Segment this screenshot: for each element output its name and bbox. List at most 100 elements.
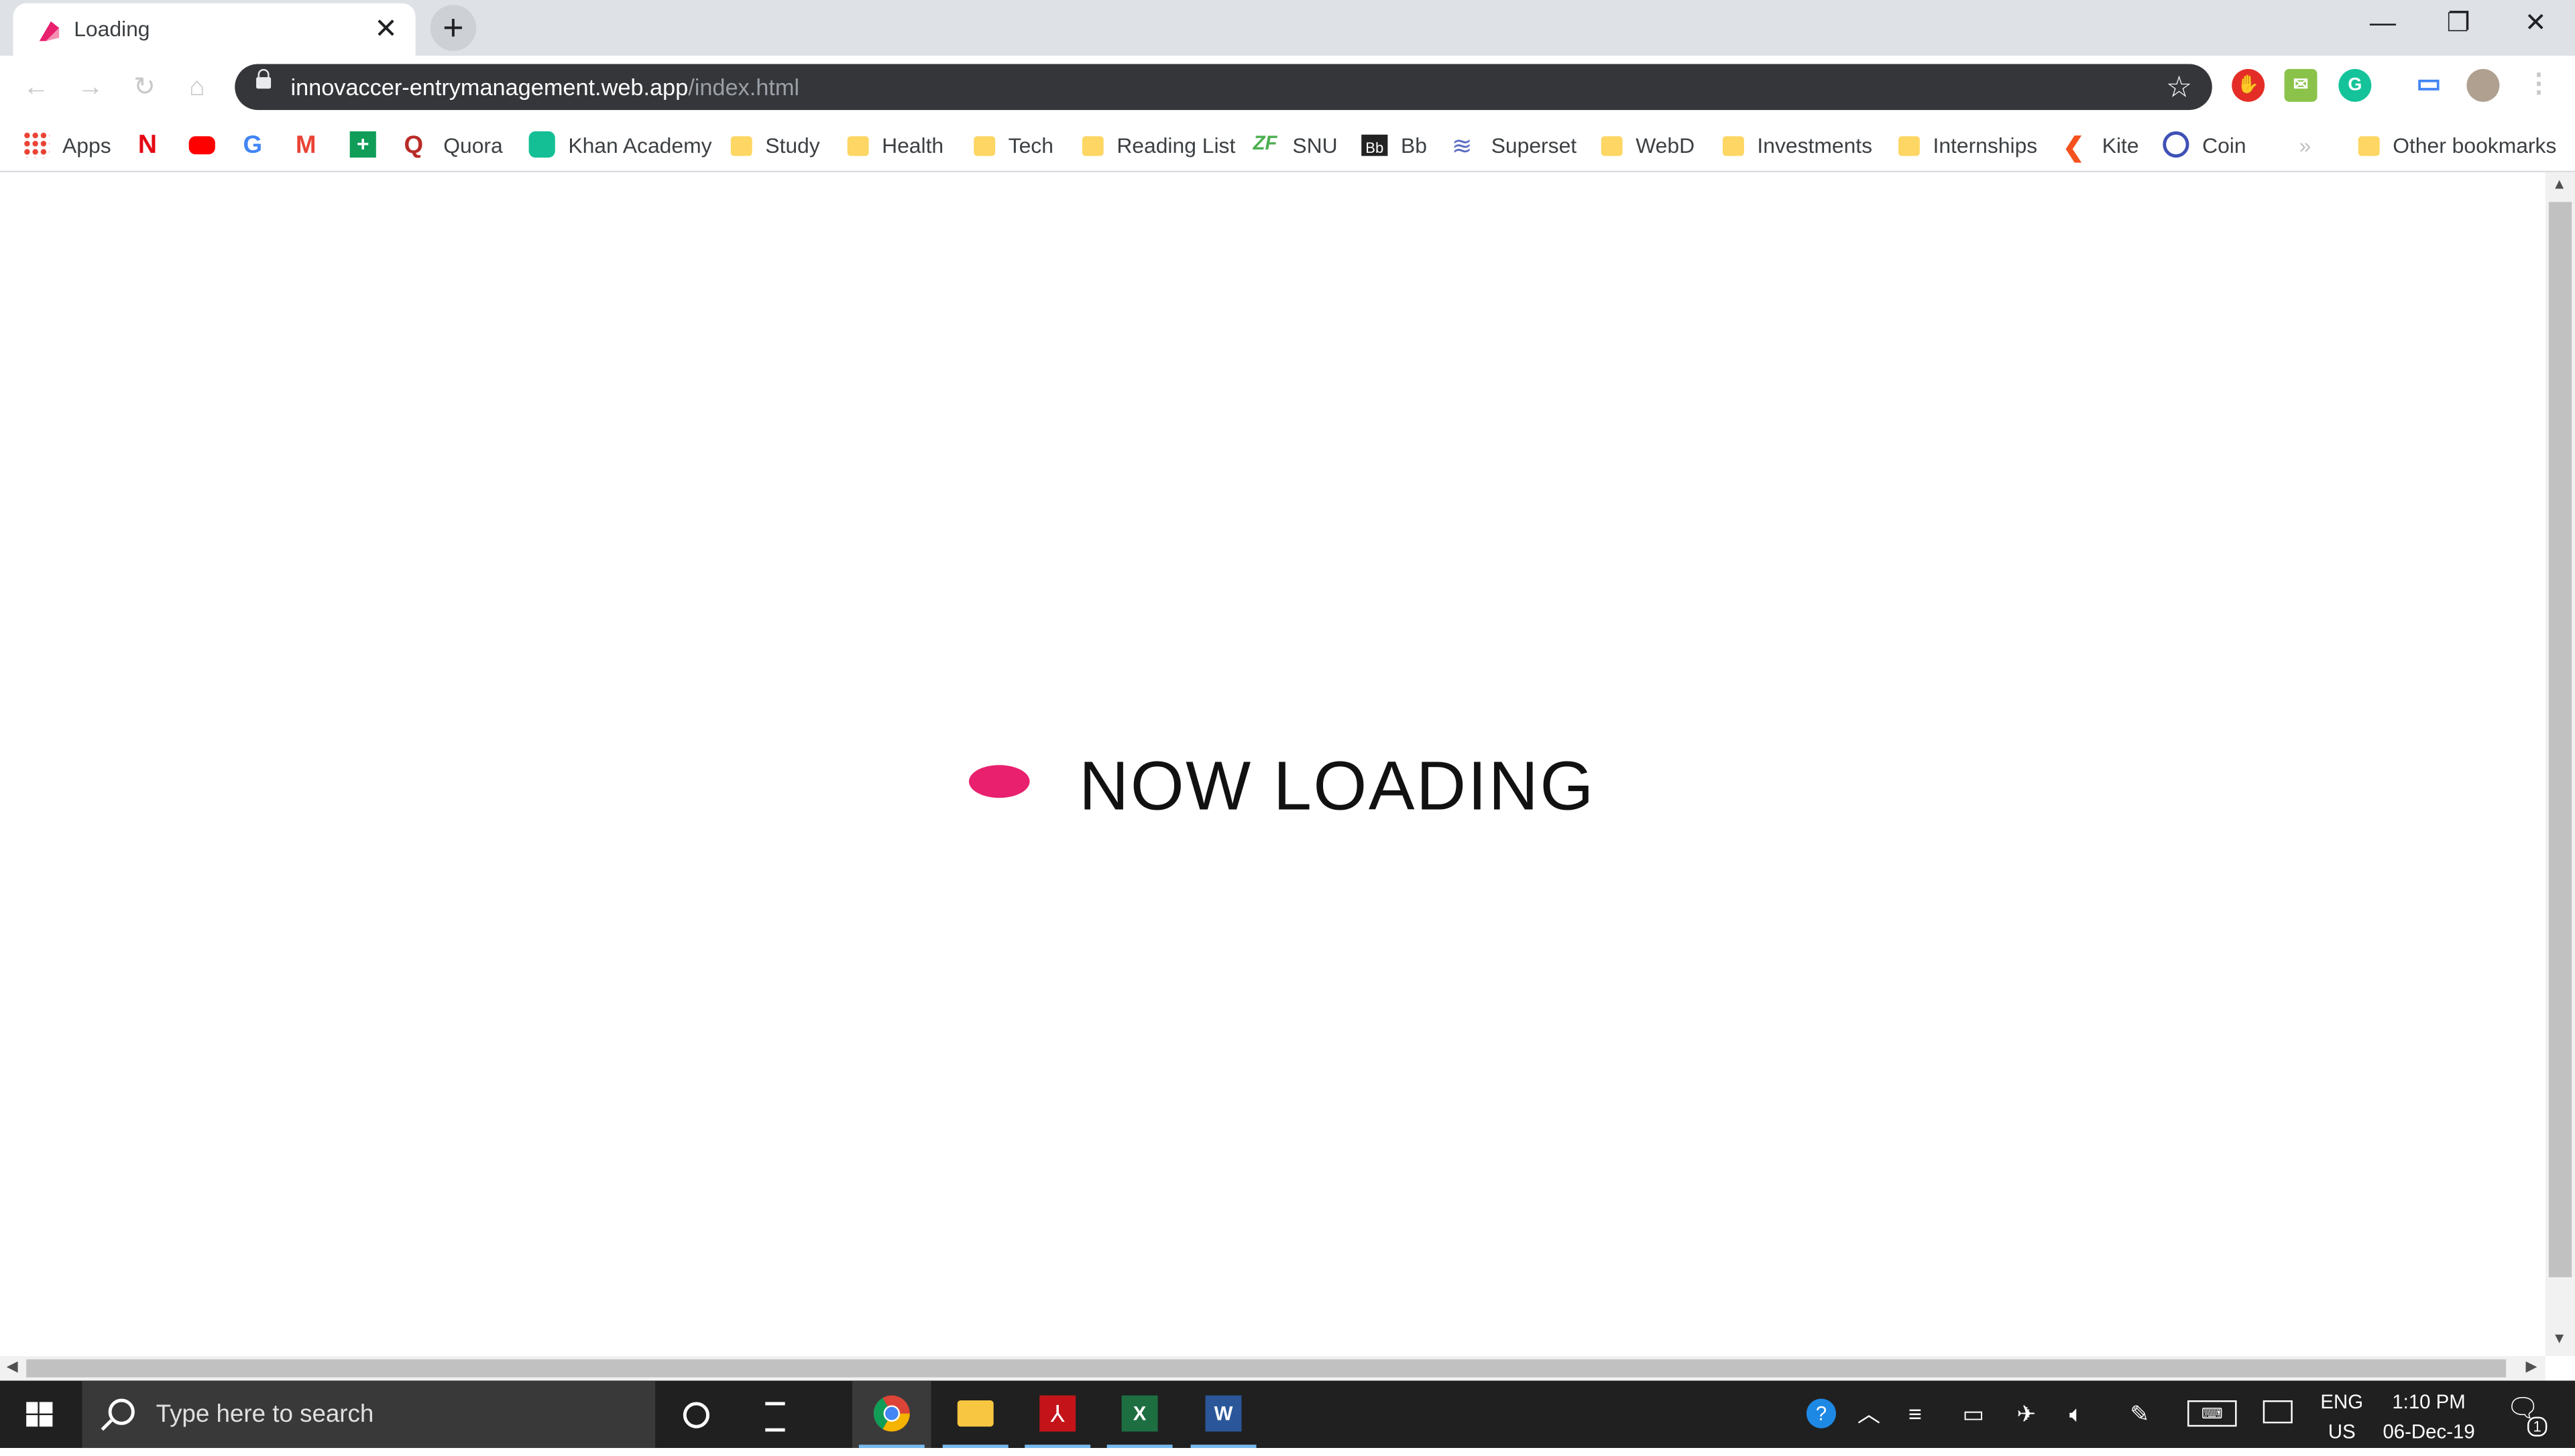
bookmarks-overflow-icon[interactable]: » bbox=[2299, 128, 2311, 161]
bookmark-label: Bb bbox=[1400, 132, 1427, 157]
mail-extension-icon[interactable]: ✉ bbox=[2284, 68, 2318, 102]
menu-dots-icon[interactable]: ⋮ bbox=[2523, 69, 2556, 102]
active-indicator bbox=[858, 1445, 925, 1449]
bookmark-apps[interactable]: Apps bbox=[23, 128, 111, 161]
minimize-button[interactable]: — bbox=[2345, 0, 2421, 49]
tab-title: Loading bbox=[74, 16, 150, 42]
scroll-up-arrow-icon[interactable]: ▲ bbox=[2552, 176, 2567, 192]
bookmark-folder-study[interactable]: Study bbox=[730, 128, 820, 161]
reload-icon[interactable]: ↻ bbox=[128, 72, 161, 105]
scroll-right-arrow-icon[interactable]: ▶ bbox=[2526, 1357, 2537, 1376]
active-indicator bbox=[1190, 1445, 1257, 1449]
bookmark-green-plus[interactable]: + bbox=[349, 128, 390, 161]
folder-icon bbox=[2358, 136, 2380, 156]
horizontal-scrollbar[interactable]: ◀ ▶ bbox=[0, 1355, 2545, 1381]
tab-strip: Loading ✕ + — ❐ ✕ bbox=[0, 0, 2575, 56]
task-view-icon bbox=[765, 1402, 785, 1432]
search-icon bbox=[108, 1398, 135, 1425]
bookmark-star-icon[interactable]: ☆ bbox=[2166, 70, 2193, 103]
url-text[interactable]: innovaccer-entrymanagement.web.app/index… bbox=[290, 74, 799, 100]
bookmark-superset[interactable]: ≋ Superset bbox=[1452, 128, 1577, 161]
language-indicator[interactable]: ENG US bbox=[2312, 1387, 2371, 1446]
bookmark-gmail[interactable]: M bbox=[296, 128, 335, 161]
restore-button[interactable]: ❐ bbox=[2421, 0, 2497, 49]
bookmark-google[interactable]: G bbox=[243, 128, 282, 161]
bookmark-kite[interactable]: ❮ Kite bbox=[2062, 128, 2139, 163]
coin-icon bbox=[2163, 131, 2189, 158]
forward-arrow-icon[interactable]: → bbox=[74, 72, 107, 105]
cortana-button[interactable] bbox=[657, 1381, 736, 1448]
scroll-down-arrow-icon[interactable]: ▼ bbox=[2552, 1330, 2567, 1346]
active-indicator bbox=[1025, 1445, 1091, 1449]
bookmark-coin[interactable]: Coin bbox=[2163, 128, 2246, 161]
new-tab-button[interactable]: + bbox=[430, 5, 477, 51]
khan-academy-icon bbox=[528, 131, 555, 158]
taskbar-acrobat[interactable]: ⅄ bbox=[1018, 1381, 1097, 1449]
vertical-scroll-thumb[interactable] bbox=[2548, 202, 2572, 1278]
bookmarks-bar: Apps N G M + Q Quora Khan Academy Study bbox=[0, 118, 2575, 173]
scroll-left-arrow-icon[interactable]: ◀ bbox=[7, 1357, 18, 1376]
bookmark-label: SNU bbox=[1292, 132, 1338, 157]
airplane-mode-icon[interactable]: ✈ bbox=[2016, 1400, 2036, 1427]
bookmark-snu[interactable]: ZF SNU bbox=[1253, 128, 1338, 161]
bookmark-blackboard[interactable]: Bb Bb bbox=[1361, 128, 1427, 161]
excel-icon: X bbox=[1121, 1395, 1158, 1432]
show-hidden-icons-chevron-icon[interactable]: ︿ bbox=[1857, 1400, 1880, 1427]
bookmark-folder-investments[interactable]: Investments bbox=[1723, 128, 1872, 161]
profile-avatar[interactable] bbox=[2466, 68, 2500, 102]
bookmark-label: Kite bbox=[2102, 132, 2139, 157]
bookmark-youtube[interactable] bbox=[188, 128, 229, 161]
bookmark-label: Apps bbox=[62, 132, 111, 157]
taskbar-word[interactable]: W bbox=[1184, 1381, 1263, 1449]
bookmark-folder-webd[interactable]: WebD bbox=[1601, 128, 1695, 161]
system-clock[interactable]: 1:10 PM 06-Dec-19 bbox=[2374, 1387, 2483, 1446]
bookmark-folder-health[interactable]: Health bbox=[847, 128, 943, 161]
tab-close-icon[interactable]: ✕ bbox=[369, 13, 402, 46]
start-button[interactable] bbox=[0, 1381, 79, 1448]
grammarly-extension-icon[interactable]: G bbox=[2338, 68, 2372, 102]
address-bar[interactable]: innovaccer-entrymanagement.web.app/index… bbox=[235, 64, 2212, 111]
clock-date: 06-Dec-19 bbox=[2383, 1420, 2475, 1443]
bookmark-label: Other bookmarks bbox=[2393, 132, 2557, 157]
kite-icon: ❮ bbox=[2062, 134, 2085, 163]
search-placeholder: Type here to search bbox=[156, 1400, 374, 1429]
adblock-extension-icon[interactable]: ✋ bbox=[2232, 68, 2265, 102]
taskbar-excel[interactable]: X bbox=[1100, 1381, 1180, 1449]
task-view-button[interactable] bbox=[739, 1381, 818, 1448]
back-arrow-icon[interactable]: ← bbox=[19, 72, 52, 105]
bookmark-folder-tech[interactable]: Tech bbox=[974, 128, 1053, 161]
bookmark-folder-other[interactable]: Other bookmarks bbox=[2358, 128, 2557, 161]
bookmark-folder-internships[interactable]: Internships bbox=[1898, 128, 2037, 161]
folder-icon bbox=[1723, 136, 1744, 156]
quora-icon: Q bbox=[404, 131, 424, 160]
tablet-mode-icon[interactable] bbox=[2263, 1400, 2293, 1424]
vertical-scrollbar[interactable]: ▲ ▼ bbox=[2545, 172, 2575, 1356]
battery-icon[interactable]: ▭ bbox=[1963, 1400, 1984, 1427]
loading-spinner-dot bbox=[968, 765, 1030, 798]
taskbar-search-box[interactable]: Type here to search bbox=[82, 1380, 656, 1449]
volume-icon[interactable]: 🔈︎ bbox=[2069, 1400, 2083, 1427]
folder-icon bbox=[1082, 136, 1104, 156]
taskbar-chrome[interactable] bbox=[852, 1380, 931, 1449]
bookmark-label: Study bbox=[765, 132, 820, 157]
bookmark-khan-academy[interactable]: Khan Academy bbox=[528, 128, 712, 161]
cast-icon[interactable]: ▭ bbox=[2413, 69, 2446, 102]
bookmark-label: WebD bbox=[1636, 132, 1695, 157]
blackboard-icon: Bb bbox=[1361, 134, 1388, 156]
home-icon[interactable]: ⌂ bbox=[180, 72, 213, 105]
taskbar: Type here to search ⅄ X W ? ︿ ≡ ▭ ✈ 🔈︎ ✎… bbox=[0, 1380, 2575, 1449]
active-indicator bbox=[942, 1445, 1009, 1449]
bookmark-label: Superset bbox=[1491, 132, 1577, 157]
bookmark-quora[interactable]: Q Quora bbox=[404, 128, 502, 161]
help-icon[interactable]: ? bbox=[1806, 1398, 1836, 1429]
touch-keyboard-icon[interactable]: ⌨ bbox=[2187, 1400, 2237, 1427]
horizontal-scroll-thumb[interactable] bbox=[26, 1359, 2507, 1378]
network-icon[interactable]: ≡ bbox=[1908, 1400, 1922, 1427]
netflix-icon: N bbox=[137, 131, 158, 160]
taskbar-file-explorer[interactable] bbox=[936, 1381, 1015, 1449]
bookmark-netflix[interactable]: N bbox=[138, 128, 178, 161]
browser-tab[interactable]: Loading ✕ bbox=[13, 3, 416, 56]
close-window-button[interactable]: ✕ bbox=[2498, 0, 2574, 49]
bookmark-folder-reading-list[interactable]: Reading List bbox=[1082, 128, 1235, 161]
pen-icon[interactable]: ✎ bbox=[2130, 1400, 2149, 1427]
